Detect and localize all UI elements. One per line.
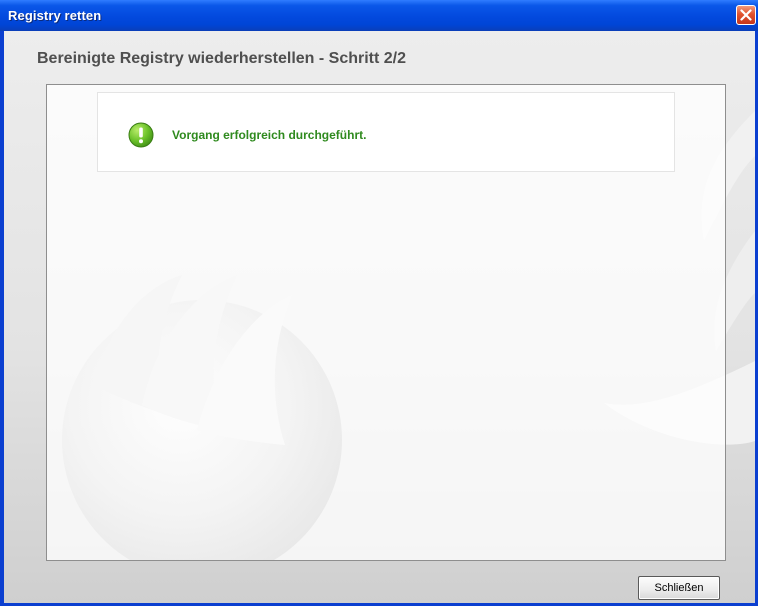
status-message: Vorgang erfolgreich durchgeführt. — [172, 128, 367, 142]
app-window: Registry retten Bereinigte Registry wied… — [0, 0, 758, 606]
window-close-button[interactable] — [736, 5, 756, 25]
window-title: Registry retten — [8, 8, 102, 23]
status-message-box: Vorgang erfolgreich durchgeführt. — [97, 92, 675, 172]
content-panel: Vorgang erfolgreich durchgeführt. — [46, 84, 726, 561]
dialog-body: Bereinigte Registry wiederherstellen - S… — [4, 31, 755, 603]
close-dialog-button[interactable]: Schließen — [638, 576, 720, 600]
title-bar[interactable]: Registry retten — [0, 0, 758, 31]
close-icon — [740, 9, 752, 21]
step-heading: Bereinigte Registry wiederherstellen - S… — [37, 50, 407, 67]
success-exclamation-icon — [128, 122, 154, 148]
